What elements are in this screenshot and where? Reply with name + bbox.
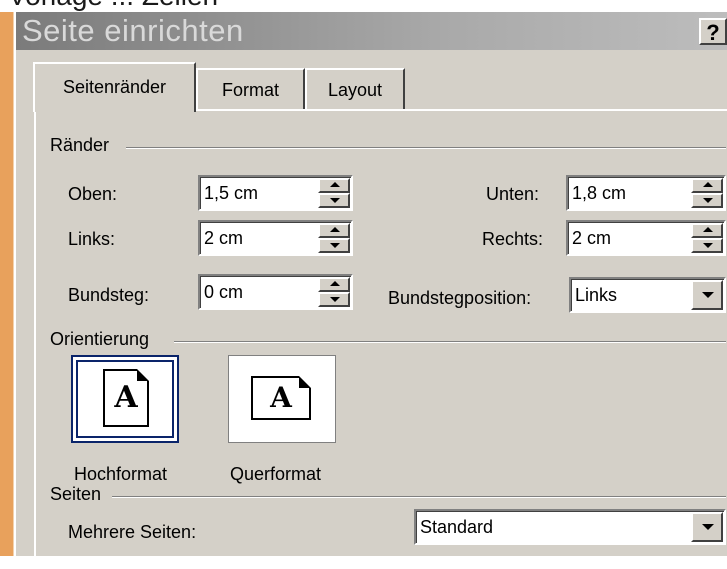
oben-input[interactable]: 1,5 cm xyxy=(198,175,353,211)
group-divider xyxy=(174,341,726,343)
label-rechts: Rechts: xyxy=(482,229,544,249)
spin-down-arrow-icon xyxy=(330,198,340,203)
spin-down-arrow-icon xyxy=(330,243,340,248)
links-spin-up[interactable] xyxy=(318,223,350,238)
tab-format[interactable]: Format xyxy=(196,68,305,110)
links-spin-down[interactable] xyxy=(318,238,350,253)
spin-down-arrow-icon xyxy=(703,198,713,203)
label-querformat[interactable]: Querformat xyxy=(230,464,321,485)
bundsteg-input[interactable]: 0 cm xyxy=(198,274,353,310)
oben-spin-down[interactable] xyxy=(318,193,350,208)
bundstegposition-dropdown-button[interactable] xyxy=(691,280,723,310)
group-label-seiten: Seiten xyxy=(50,484,108,505)
bundstegposition-select[interactable]: Links xyxy=(569,277,726,313)
spin-up-arrow-icon xyxy=(330,182,340,187)
unten-value: 1,8 cm xyxy=(572,183,627,203)
landscape-page-icon: A xyxy=(251,376,311,420)
portrait-glyph: A xyxy=(114,380,138,415)
chevron-down-icon xyxy=(702,524,714,530)
mehrere-seiten-dropdown-button[interactable] xyxy=(691,512,723,542)
label-links: Links: xyxy=(68,229,116,249)
background-window-edge xyxy=(0,12,15,556)
dialog-title: Seite einrichten xyxy=(22,13,244,48)
unten-spin-up[interactable] xyxy=(691,178,723,193)
label-hochformat[interactable]: Hochformat xyxy=(74,464,167,485)
oben-spin-up[interactable] xyxy=(318,178,350,193)
bundsteg-value: 0 cm xyxy=(204,282,244,302)
spin-up-arrow-icon xyxy=(703,182,713,187)
bundsteg-spin-up[interactable] xyxy=(318,277,350,292)
bundsteg-spin-down[interactable] xyxy=(318,292,350,307)
group-label-orientierung: Orientierung xyxy=(50,329,156,350)
tab-layout[interactable]: Layout xyxy=(305,68,405,110)
oben-value: 1,5 cm xyxy=(204,183,259,203)
unten-spin-down[interactable] xyxy=(691,193,723,208)
spin-down-arrow-icon xyxy=(703,243,713,248)
chevron-down-icon xyxy=(702,292,714,298)
links-spinner[interactable] xyxy=(318,223,350,253)
spin-up-arrow-icon xyxy=(703,227,713,232)
rechts-spin-up[interactable] xyxy=(691,223,723,238)
page-fold xyxy=(137,369,149,381)
help-button[interactable]: ? xyxy=(699,18,727,45)
spin-up-arrow-icon xyxy=(330,227,340,232)
background-document-text: Vorlage ... Zeilen xyxy=(8,0,218,12)
links-input[interactable]: 2 cm xyxy=(198,220,353,256)
links-value: 2 cm xyxy=(204,228,244,248)
group-divider xyxy=(112,496,726,498)
oben-spinner[interactable] xyxy=(318,178,350,208)
bundstegposition-value: Links xyxy=(575,285,618,305)
unten-input[interactable]: 1,8 cm xyxy=(566,175,726,211)
hochformat-option[interactable]: A xyxy=(71,355,179,443)
group-divider xyxy=(126,147,726,149)
mehrere-seiten-value: Standard xyxy=(420,517,494,537)
spin-down-arrow-icon xyxy=(330,297,340,302)
rechts-spin-down[interactable] xyxy=(691,238,723,253)
mehrere-seiten-select[interactable]: Standard xyxy=(414,509,726,545)
unten-spinner[interactable] xyxy=(691,178,723,208)
rechts-value: 2 cm xyxy=(572,228,612,248)
group-label-raender: Ränder xyxy=(50,135,116,156)
rechts-input[interactable]: 2 cm xyxy=(566,220,726,256)
label-oben: Oben: xyxy=(68,184,117,205)
label-oben-text: Oben: xyxy=(68,184,118,204)
label-mehrere-seiten: Mehrere Seiten: xyxy=(68,522,197,542)
tab-seitenraender[interactable]: Seitenränder xyxy=(33,62,196,112)
querformat-option[interactable]: A xyxy=(228,355,336,443)
label-unten: Unten: xyxy=(486,184,540,204)
label-bundsteg: Bundsteg: xyxy=(68,285,150,305)
portrait-page-icon: A xyxy=(103,369,149,427)
bundsteg-spinner[interactable] xyxy=(318,277,350,307)
page-setup-dialog: Seite einrichten ? Seitenränder Format L… xyxy=(14,12,727,569)
label-bundstegposition: Bundstegposition: xyxy=(388,288,532,308)
landscape-glyph: A xyxy=(270,381,292,414)
spin-up-arrow-icon xyxy=(330,281,340,286)
rechts-spinner[interactable] xyxy=(691,223,723,253)
page-fold xyxy=(299,376,311,388)
dialog-titlebar[interactable]: Seite einrichten ? xyxy=(16,12,727,50)
